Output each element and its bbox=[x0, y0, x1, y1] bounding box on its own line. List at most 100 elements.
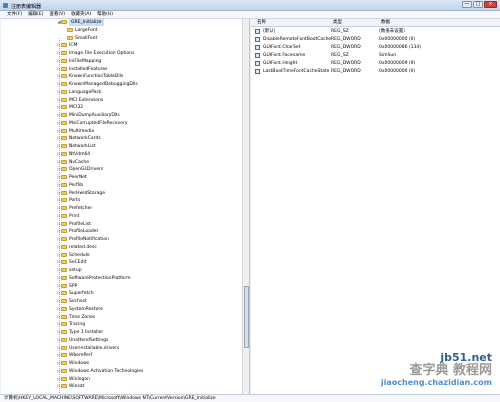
tree-item[interactable]: ▷ MCI Extensions bbox=[1, 97, 241, 104]
menu-help[interactable]: 帮助(H) bbox=[97, 11, 113, 18]
tree-item[interactable]: ▷ setup bbox=[1, 267, 241, 274]
tree-item[interactable]: ▷ MiniDumpAuxiliaryDlls bbox=[1, 112, 241, 119]
tree-item-label: NetworkList bbox=[69, 144, 96, 149]
value-type: REG_DWORD bbox=[331, 61, 361, 66]
tree-item[interactable]: ▷ Image File Execution Options bbox=[1, 50, 241, 57]
tree-item-label: ProfileLoader bbox=[69, 229, 99, 235]
tree-item[interactable]: ▷ Superfetch bbox=[1, 290, 241, 297]
registry-value-row[interactable]: GUIFont.Facename REG_SZ SimSun bbox=[251, 52, 500, 59]
name-column-header[interactable]: 名称 bbox=[255, 19, 335, 27]
tree-item[interactable]: ▷ Windows bbox=[1, 360, 241, 367]
tree-item[interactable]: ▷ Schedule bbox=[1, 252, 241, 259]
tree-item[interactable]: ▷ ProfileList bbox=[1, 221, 241, 228]
tree-item[interactable]: ▷ SPP bbox=[1, 283, 241, 290]
value-name: LastBootTimeFontCacheState bbox=[263, 69, 330, 74]
tree-item[interactable]: ▷ MCI32 bbox=[1, 104, 241, 111]
folder-icon bbox=[61, 260, 67, 265]
tree-item[interactable]: ▷ PerHwIdStorage bbox=[1, 190, 241, 197]
tree-item[interactable]: ▷ WbemPerf bbox=[1, 352, 241, 359]
registry-value-row[interactable]: DisableRemoteFontBootCache REG_DWORD 0x000… bbox=[251, 36, 500, 43]
folder-icon bbox=[61, 368, 67, 373]
tree-item-label: ICM bbox=[69, 43, 78, 49]
menu-file[interactable]: 文件(F) bbox=[7, 11, 22, 18]
tree-item-label: KnownManagedDebuggingDlls bbox=[69, 82, 138, 87]
menu-favorites[interactable]: 收藏夹(A) bbox=[71, 11, 91, 18]
tree-item-label: IniFileMapping bbox=[69, 58, 102, 64]
tree-item[interactable]: SmallFont bbox=[1, 35, 241, 42]
value-type: REG_DWORD bbox=[331, 37, 361, 42]
tree-item[interactable]: ▷ Winlogon bbox=[1, 376, 241, 383]
folder-icon bbox=[61, 275, 67, 280]
tree-item[interactable]: ▷ ProfileLoader bbox=[1, 228, 241, 235]
folder-icon bbox=[61, 51, 67, 55]
registry-value-row[interactable]: GUIFont.Height REG_DWORD 0x00000009 (9) bbox=[251, 60, 500, 67]
menu-bar: 文件(F) 编辑(E) 查看(V) 收藏夹(A) 帮助(H) bbox=[0, 11, 500, 19]
folder-icon bbox=[61, 190, 67, 195]
tree-item[interactable]: ▷ KnownManagedDebuggingDlls bbox=[1, 81, 241, 88]
folder-icon bbox=[61, 113, 67, 117]
tree-item[interactable]: ▷ Svchost bbox=[1, 298, 241, 305]
tree-item[interactable]: ▷ Userinstallable.drivers bbox=[1, 345, 241, 352]
string-value-icon bbox=[255, 53, 260, 58]
tree-item[interactable]: ▷ UnattendSettings bbox=[1, 337, 241, 344]
type-column-header[interactable]: 类型 bbox=[331, 19, 381, 27]
tree-item[interactable]: ▷ Multimedia bbox=[1, 128, 241, 135]
folder-icon bbox=[61, 330, 67, 334]
tree-item[interactable]: ▷ IniFileMapping bbox=[1, 58, 241, 65]
tree-vertical-scrollbar[interactable] bbox=[242, 19, 249, 394]
tree-item[interactable]: ▷ ProfileNotification bbox=[1, 236, 241, 243]
registry-value-row[interactable]: (默认) REG_SZ (数值未设置) bbox=[251, 28, 500, 35]
folder-icon bbox=[61, 337, 67, 342]
watermark-line-3: jiaocheng.chazidian.com bbox=[380, 378, 492, 387]
tree-item[interactable]: ▷ OpenGLDrivers bbox=[1, 166, 241, 173]
tree-item[interactable]: ▷ Print bbox=[1, 213, 241, 220]
tree-item-label: Windows bbox=[69, 361, 90, 366]
minimize-button[interactable]: — bbox=[462, 1, 472, 8]
tree-item[interactable]: ▷ KnownFunctionTableDlls bbox=[1, 73, 241, 80]
tree-item[interactable]: LargeFont bbox=[1, 27, 241, 34]
tree-item[interactable]: ▷ ICM bbox=[1, 42, 241, 49]
tree-item[interactable]: ▷ NvCache bbox=[1, 159, 241, 166]
folder-icon bbox=[61, 198, 67, 203]
tree-item[interactable]: ▷ Time Zones bbox=[1, 314, 241, 321]
tree-item[interactable]: ▷ Ports bbox=[1, 197, 241, 204]
maximize-button[interactable]: □ bbox=[473, 1, 483, 8]
tree-item[interactable]: ▷ NtVdm64 bbox=[1, 151, 241, 158]
folder-icon bbox=[61, 237, 67, 241]
tree-item[interactable]: ▷ SoftwareProtectionPlatform bbox=[1, 275, 241, 282]
tree-item[interactable]: ▷ Prefetcher bbox=[1, 205, 241, 212]
tree-item-label: Userinstallable.drivers bbox=[69, 345, 120, 351]
menu-view[interactable]: 查看(V) bbox=[49, 11, 65, 18]
tree-item-label: PeerNet bbox=[69, 175, 87, 180]
registry-value-row[interactable]: GUIFont.CharSet REG_DWORD 0x00000086 (134) bbox=[251, 44, 500, 51]
tree-item[interactable]: ▷ SeCEdit bbox=[1, 259, 241, 266]
menu-edit[interactable]: 编辑(E) bbox=[28, 11, 43, 18]
tree-item-label: MCI32 bbox=[69, 105, 84, 111]
tree-item[interactable]: ▷ NetworkCards bbox=[1, 135, 241, 142]
registry-value-row[interactable]: LastBootTimeFontCacheState REG_DWORD 0x000… bbox=[251, 68, 500, 75]
tree-item[interactable]: ◢ GRE_Initialize bbox=[1, 19, 241, 26]
binary-value-icon bbox=[255, 45, 260, 50]
tree-item[interactable]: ▷ SystemRestore bbox=[1, 306, 241, 313]
tree-item-label: Prefetcher bbox=[69, 206, 93, 211]
tree-item[interactable]: ▷ Tracing bbox=[1, 321, 241, 328]
tree-item[interactable]: ▷ PeerNet bbox=[1, 174, 241, 181]
folder-icon bbox=[61, 74, 67, 79]
tree-item-label: ProfileList bbox=[69, 221, 91, 227]
data-column-header[interactable]: 数据 bbox=[379, 19, 459, 27]
tree-item[interactable]: ▷ LanguagePack bbox=[1, 89, 241, 96]
tree-item[interactable]: ▷ Type 1 Installer bbox=[1, 329, 241, 336]
tree-scroll-thumb[interactable] bbox=[244, 286, 249, 348]
folder-icon bbox=[61, 283, 67, 288]
tree-item-label: KnownFunctionTableDlls bbox=[69, 74, 124, 80]
tree-item[interactable]: ▷ InstalledFeatures bbox=[1, 66, 241, 73]
close-button[interactable]: × bbox=[484, 1, 497, 8]
folder-icon bbox=[61, 361, 67, 365]
tree-item[interactable]: ▷ Winsat bbox=[1, 383, 241, 390]
tree-item[interactable]: ▷ related.desc bbox=[1, 244, 241, 251]
tree-item[interactable]: ▷ MsiCorruptedFileRecovery bbox=[1, 120, 241, 127]
tree-item-label: Tracing bbox=[69, 322, 86, 328]
tree-item[interactable]: ▷ NetworkList bbox=[1, 143, 241, 150]
tree-item[interactable]: ▷ Perflib bbox=[1, 182, 241, 189]
tree-item[interactable]: ▷ Windows Activation Technologies bbox=[1, 368, 241, 375]
